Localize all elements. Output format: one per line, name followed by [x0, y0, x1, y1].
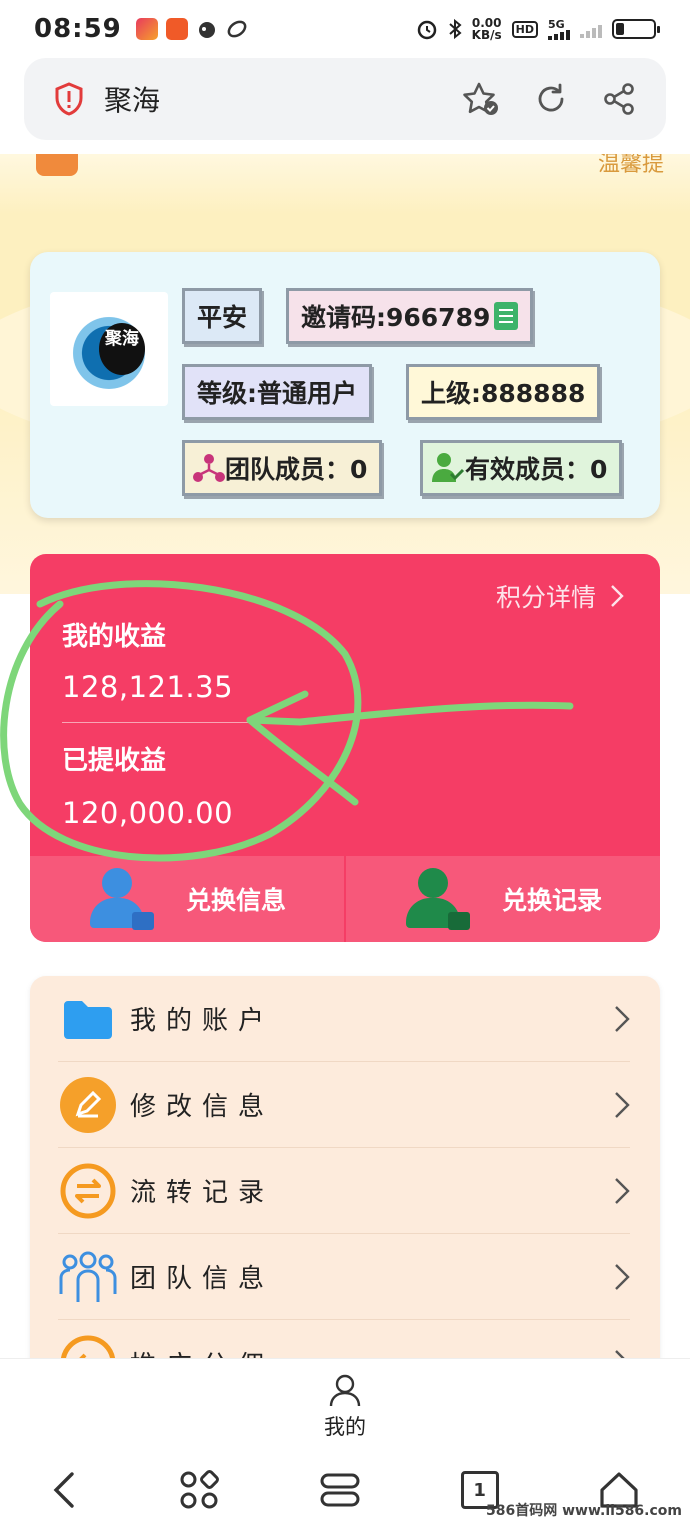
signal-bars-icon	[548, 29, 570, 40]
menu-item-label: 流转记录	[130, 1178, 275, 1208]
team-network-icon	[193, 454, 225, 482]
app-logo: 聚海	[50, 292, 168, 406]
menu-item-promotion[interactable]: 推广分佣	[58, 1320, 630, 1358]
exchange-info-label: 兑换信息	[185, 886, 286, 915]
menu-item-label: 团队信息	[130, 1264, 275, 1294]
refresh-icon[interactable]	[534, 82, 568, 116]
leaf-icon	[227, 20, 247, 38]
folder-icon	[58, 989, 118, 1049]
hand-drawn-annotation	[0, 580, 574, 862]
browser-address-bar[interactable]: 聚海	[24, 58, 666, 140]
valid-members-count: 有效成员：0	[465, 455, 608, 484]
status-icons-right: 0.00 KB/s HD 5G	[416, 17, 660, 41]
menu-item-label: 我的账户	[130, 1006, 275, 1036]
app-notification-icon	[135, 18, 158, 40]
status-bar: 08:59 0.00 KB/s HD 5G	[0, 0, 690, 58]
tab-mine-label: 我的	[324, 1414, 366, 1439]
cat-icon	[198, 22, 215, 38]
share-icon[interactable]	[602, 82, 636, 116]
chevron-right-icon	[615, 1177, 630, 1204]
battery-icon	[612, 19, 660, 39]
chevron-right-icon	[615, 1091, 630, 1118]
profile-card: 聚海 平安 邀请码:966789 等级:普通用户 上级:888888 团队成员：…	[30, 252, 660, 518]
bookmark-star-icon[interactable]	[462, 81, 500, 117]
invite-code: 邀请码:966789	[301, 303, 491, 332]
user-icon	[329, 1374, 361, 1406]
valid-members-tag[interactable]: 有效成员：0	[420, 440, 623, 496]
menu-item-transfer-records[interactable]: 流转记录	[58, 1148, 630, 1234]
user-level: 等级:普通用户	[197, 379, 357, 408]
page-title: 聚海	[104, 84, 161, 117]
user-name-tag: 平安	[182, 288, 263, 344]
menu-item-edit-info[interactable]: 修改信息	[58, 1062, 630, 1148]
logo-wave-icon: 聚海	[69, 309, 149, 389]
notice-text[interactable]: 温馨提	[598, 154, 664, 178]
net-speed: 0.00 KB/s	[472, 17, 502, 41]
transfer-icon	[58, 1161, 118, 1221]
menu-item-my-account[interactable]: 我的账户	[58, 976, 630, 1062]
net-speed-unit: KB/s	[471, 28, 502, 42]
menu-item-label: 修改信息	[130, 1092, 275, 1122]
tab-mine[interactable]: 我的	[324, 1373, 366, 1441]
team-icon	[58, 1247, 118, 1307]
copy-icon[interactable]	[494, 302, 519, 330]
alarm-icon	[417, 20, 436, 40]
tabs-count: 1	[473, 1479, 486, 1501]
menu-card: 我的账户 修改信息 流转记录 团队信息	[30, 976, 660, 1358]
signal-label: 5G	[548, 17, 565, 31]
back-icon[interactable]	[50, 1470, 80, 1510]
parent-tag: 上级:888888	[406, 364, 601, 420]
chevron-right-icon	[615, 1005, 630, 1032]
bluetooth-icon	[449, 18, 462, 40]
system-navigation-bar: 1 586首码网 www.ll586.com	[0, 1454, 690, 1526]
team-members-tag[interactable]: 团队成员：0	[182, 440, 383, 496]
browser-actions	[462, 81, 636, 117]
promotion-icon	[58, 1333, 118, 1358]
chevron-right-icon	[611, 585, 624, 607]
verified-user-icon	[432, 453, 465, 482]
hd-badge: HD	[511, 20, 538, 38]
user-name: 平安	[197, 303, 248, 332]
menu-item-team-info[interactable]: 团队信息	[58, 1234, 630, 1320]
menu-bars-icon[interactable]	[319, 1470, 361, 1510]
page-content: 温馨提 聚海 平安 邀请码:966789 等级:普通用户 上级:888888 团…	[0, 154, 690, 1358]
level-tag: 等级:普通用户	[182, 364, 372, 420]
notification-icons	[135, 18, 248, 40]
edit-icon	[58, 1075, 118, 1135]
shield-icon[interactable]	[54, 82, 84, 116]
bottom-tab-bar: 我的	[0, 1358, 690, 1454]
signal-bars-secondary-icon	[580, 20, 602, 38]
user-export-icon	[88, 868, 154, 930]
app-notification-icon	[165, 18, 188, 40]
watermark: 586首码网 www.ll586.com	[486, 1503, 682, 1519]
chevron-right-icon	[615, 1350, 625, 1358]
menu-item-label: 推广分佣	[130, 1345, 274, 1359]
apps-grid-icon[interactable]	[179, 1470, 220, 1510]
user-export-icon	[404, 868, 470, 930]
exchange-record-label: 兑换记录	[501, 886, 602, 915]
parent-id: 上级:888888	[421, 379, 586, 408]
chevron-right-icon	[615, 1263, 630, 1290]
notice-icon	[36, 154, 78, 176]
status-time: 08:59	[34, 14, 122, 44]
team-members-count: 团队成员：0	[225, 455, 368, 484]
signal-5g: 5G	[548, 19, 570, 40]
logo-text: 聚海	[99, 323, 145, 375]
invite-code-tag[interactable]: 邀请码:966789	[286, 288, 534, 344]
